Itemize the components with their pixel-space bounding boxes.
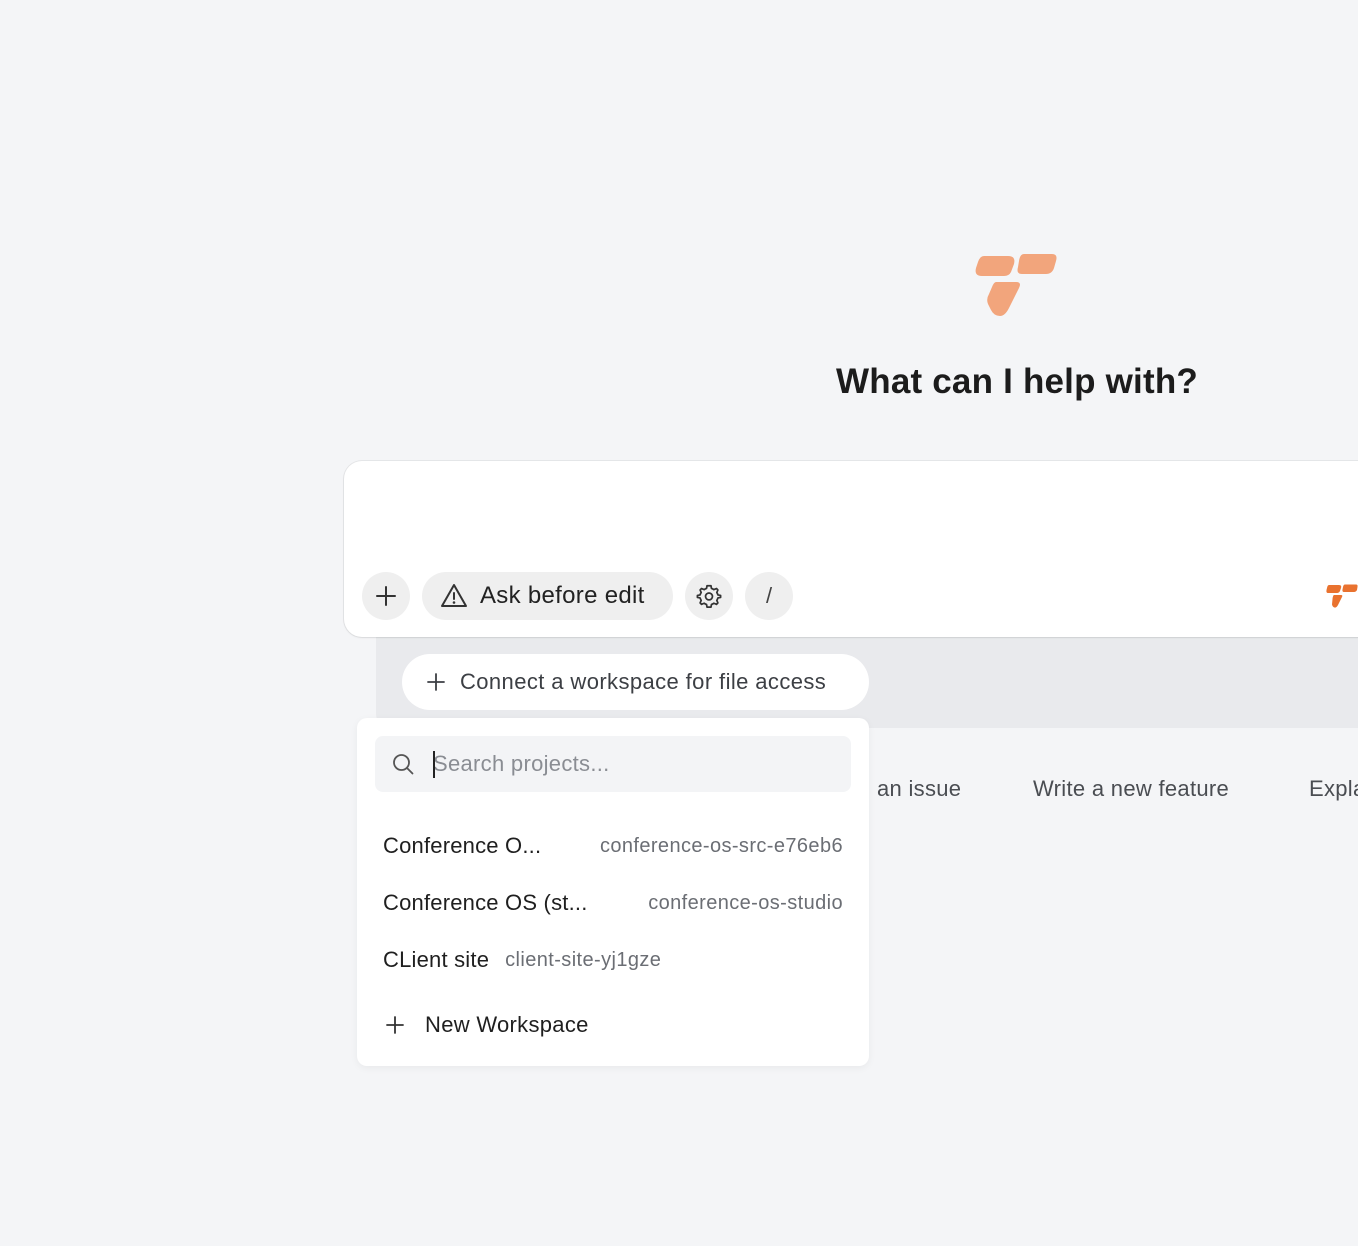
page-title: What can I help with? [836, 362, 1198, 401]
search-icon [393, 754, 414, 775]
slash-label: / [765, 583, 773, 608]
project-slug: conference-os-src-e76eb6 [599, 834, 843, 857]
brand-mark-icon [1326, 584, 1358, 608]
project-slug: client-site-yj1gze [505, 948, 662, 971]
text-cursor [433, 751, 435, 778]
connect-workspace-label: Connect a workspace for file access [460, 669, 827, 694]
add-attachment-button[interactable] [362, 572, 410, 620]
project-slug: conference-os-studio [648, 891, 843, 914]
suggestion-label: an issue [877, 776, 962, 801]
connect-workspace-button[interactable]: Connect a workspace for file access [402, 654, 869, 710]
project-name: Conference O... [383, 833, 542, 858]
search-projects-input[interactable] [431, 750, 835, 778]
project-item[interactable]: CLient site client-site-yj1gze [383, 940, 843, 980]
suggestion-label: Expla [1309, 776, 1358, 801]
project-search[interactable] [375, 736, 851, 792]
suggestion-label: Write a new feature [1033, 776, 1230, 801]
project-name: Conference OS (st... [383, 890, 588, 915]
project-name: CLient site [383, 947, 490, 972]
settings-button[interactable] [685, 572, 733, 620]
plus-icon [376, 586, 396, 606]
app-root: What can I help with? Ask before edit / [0, 0, 1358, 1246]
project-item[interactable]: Conference O... conference-os-src-e76eb6 [383, 826, 843, 866]
project-item[interactable]: Conference OS (st... conference-os-studi… [383, 883, 843, 923]
gear-icon [696, 584, 722, 609]
suggestion-chip[interactable]: Write a new feature [1033, 776, 1229, 802]
ask-before-edit-label: Ask before edit [480, 582, 645, 609]
suggestion-chip[interactable]: Expla [1309, 776, 1358, 802]
plus-icon [427, 673, 445, 691]
warning-icon [441, 584, 467, 607]
project-dropdown: Conference O... conference-os-src-e76eb6… [357, 718, 869, 1066]
brand-logo-icon [975, 254, 1057, 316]
new-workspace-label: New Workspace [425, 1012, 589, 1037]
new-workspace-button[interactable]: New Workspace [385, 1012, 589, 1038]
plus-icon [386, 1016, 404, 1034]
ask-before-edit-button[interactable]: Ask before edit [422, 572, 673, 620]
slash-commands-button[interactable]: / [745, 572, 793, 620]
